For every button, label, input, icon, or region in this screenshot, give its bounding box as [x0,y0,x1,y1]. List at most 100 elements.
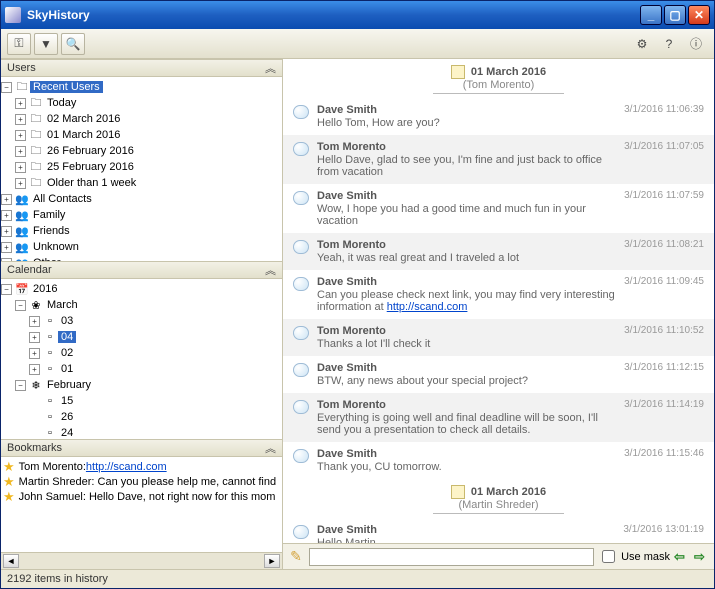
blank-icon [29,396,40,407]
tree-item[interactable]: +👥Unknown [1,239,282,255]
folder-icon: 🗀 [28,160,44,174]
tree-item[interactable]: +▫04 [1,329,282,345]
expand-icon[interactable]: + [15,114,26,125]
message-author: Dave Smith [317,448,616,460]
message-author: Tom Morento [317,399,616,411]
tree-item[interactable]: ▫15 [1,393,282,409]
collapse-icon[interactable]: − [1,82,12,93]
day-icon: ▫ [42,410,58,424]
tree-item[interactable]: +🗀Older than 1 week [1,175,282,191]
brush-icon[interactable]: ✎ [287,548,305,566]
message-author: Dave Smith [317,362,616,374]
search-icon[interactable]: 🔍 [61,33,85,55]
expand-icon[interactable]: + [15,178,26,189]
tree-item[interactable]: +🗀02 March 2016 [1,111,282,127]
info-icon[interactable]: ⓘ [684,33,708,55]
bubble-icon [293,240,309,254]
message-timestamp: 3/1/2016 11:10:52 [624,325,704,350]
scroll-left-icon[interactable]: ◄ [3,554,19,568]
app-icon [5,7,21,23]
chat-message: Dave SmithHello Tom, How are you?3/1/201… [283,98,714,135]
message-text: Thanks a lot I'll check it [317,338,616,350]
chat-message: Tom MorentoYeah, it was real great and I… [283,233,714,270]
tree-item[interactable]: +👥All Contacts [1,191,282,207]
bookmark-item[interactable]: ★Tom Morento: http://scand.com [1,459,282,474]
day-icon: ▫ [42,426,58,439]
collapse-icon[interactable]: − [1,284,12,295]
expand-icon[interactable]: + [1,210,12,221]
chevron-up-icon: ︽ [265,60,276,76]
use-mask-checkbox[interactable]: Use mask [598,547,670,566]
chat-message: Dave SmithWow, I hope you had a good tim… [283,184,714,233]
group-icon: 👥 [14,208,30,222]
tree-item[interactable]: +🗀01 March 2016 [1,127,282,143]
tree-item[interactable]: −🗀Recent Users [1,79,282,95]
day-icon: ▫ [42,362,58,376]
message-author: Tom Morento [317,325,616,337]
calendar-panel-header[interactable]: Calendar ︽ [1,261,282,279]
expand-icon[interactable]: + [29,364,40,375]
tree-item[interactable]: −❀March [1,297,282,313]
message-timestamp: 3/1/2016 11:14:19 [624,399,704,436]
date-separator: 01 March 2016(Tom Morento) [283,63,714,94]
scroll-right-icon[interactable]: ► [264,554,280,568]
use-mask-label: Use mask [621,551,670,563]
expand-icon[interactable]: + [15,98,26,109]
bookmark-item[interactable]: ★John Samuel: Hello Dave, not right now … [1,489,282,504]
expand-icon[interactable]: + [15,130,26,141]
collapse-icon[interactable]: − [15,380,26,391]
bookmark-link[interactable]: http://scand.com [86,461,167,473]
tree-item[interactable]: +👥Family [1,207,282,223]
close-button[interactable]: ✕ [688,5,710,25]
tree-item[interactable]: +🗀Today [1,95,282,111]
next-result-button[interactable]: ⇨ [694,549,710,565]
tree-item[interactable]: +👥Friends [1,223,282,239]
tree-item[interactable]: +▫01 [1,361,282,377]
bookmarks-list[interactable]: ★Tom Morento: http://scand.com★Martin Sh… [1,457,282,515]
tree-item[interactable]: −❄February [1,377,282,393]
users-tree[interactable]: −🗀Recent Users+🗀Today+🗀02 March 2016+🗀01… [1,77,282,261]
bubble-icon [293,191,309,205]
tree-item[interactable]: −📅2016 [1,281,282,297]
bubble-icon [293,277,309,291]
tree-item[interactable]: +🗀25 February 2016 [1,159,282,175]
search-input[interactable] [309,548,594,566]
key-icon[interactable]: ⚿ [7,33,31,55]
tree-item[interactable]: ▫24 [1,425,282,439]
message-text: BTW, any news about your special project… [317,375,616,387]
gear-icon[interactable]: ⚙ [630,33,654,55]
horizontal-scrollbar[interactable]: ◄ ► [1,552,282,569]
expand-icon[interactable]: + [1,194,12,205]
calendar-tree[interactable]: −📅2016−❀March+▫03+▫04+▫02+▫01−❄February▫… [1,279,282,439]
bookmark-item[interactable]: ★Martin Shreder: Can you please help me,… [1,474,282,489]
use-mask-input[interactable] [602,550,615,563]
message-timestamp: 3/1/2016 11:08:21 [624,239,704,264]
date-separator: 01 March 2016(Martin Shreder) [283,483,714,514]
expand-icon[interactable]: + [29,348,40,359]
chat-scroll[interactable]: 01 March 2016(Tom Morento)Dave SmithHell… [283,59,714,543]
bubble-icon [293,449,309,463]
expand-icon[interactable]: + [1,226,12,237]
expand-icon[interactable]: + [29,332,40,343]
tree-item[interactable]: +🗀26 February 2016 [1,143,282,159]
message-author: Dave Smith [317,190,616,202]
prev-result-button[interactable]: ⇦ [674,549,690,565]
bookmarks-panel-header[interactable]: Bookmarks ︽ [1,439,282,457]
expand-icon[interactable]: + [15,146,26,157]
users-panel-header[interactable]: Users ︽ [1,59,282,77]
message-text: Hello Tom, How are you? [317,117,616,129]
message-link[interactable]: http://scand.com [387,301,468,313]
minimize-button[interactable]: _ [640,5,662,25]
expand-icon[interactable]: + [29,316,40,327]
filter-icon[interactable]: ▼ [34,33,58,55]
bubble-icon [293,363,309,377]
tree-item[interactable]: +▫03 [1,313,282,329]
message-timestamp: 3/1/2016 11:15:46 [624,448,704,473]
expand-icon[interactable]: + [1,242,12,253]
tree-item[interactable]: +▫02 [1,345,282,361]
collapse-icon[interactable]: − [15,300,26,311]
maximize-button[interactable]: ▢ [664,5,686,25]
help-icon[interactable]: ? [657,33,681,55]
expand-icon[interactable]: + [15,162,26,173]
tree-item[interactable]: ▫26 [1,409,282,425]
